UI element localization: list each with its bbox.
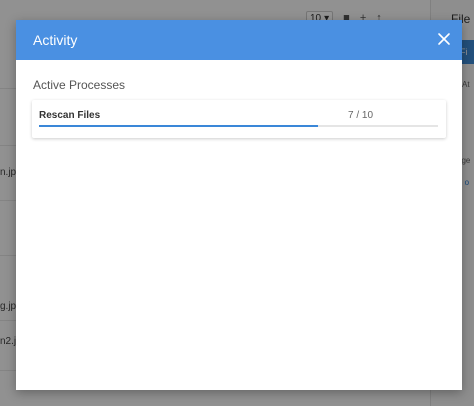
progress-fill xyxy=(39,125,319,127)
progress-bar xyxy=(39,125,438,127)
close-button[interactable] xyxy=(436,31,452,47)
dialog-body: Active Processes Rescan Files 7 / 10 xyxy=(16,60,462,138)
process-item: Rescan Files 7 / 10 xyxy=(32,100,446,138)
activity-dialog: Activity Active Processes Rescan Files 7… xyxy=(16,20,462,390)
section-title: Active Processes xyxy=(33,78,126,92)
dialog-header: Activity xyxy=(16,20,462,60)
process-count: 7 / 10 xyxy=(348,110,374,121)
close-icon xyxy=(438,33,450,45)
dialog-title: Activity xyxy=(33,32,78,48)
process-name: Rescan Files xyxy=(39,110,101,121)
